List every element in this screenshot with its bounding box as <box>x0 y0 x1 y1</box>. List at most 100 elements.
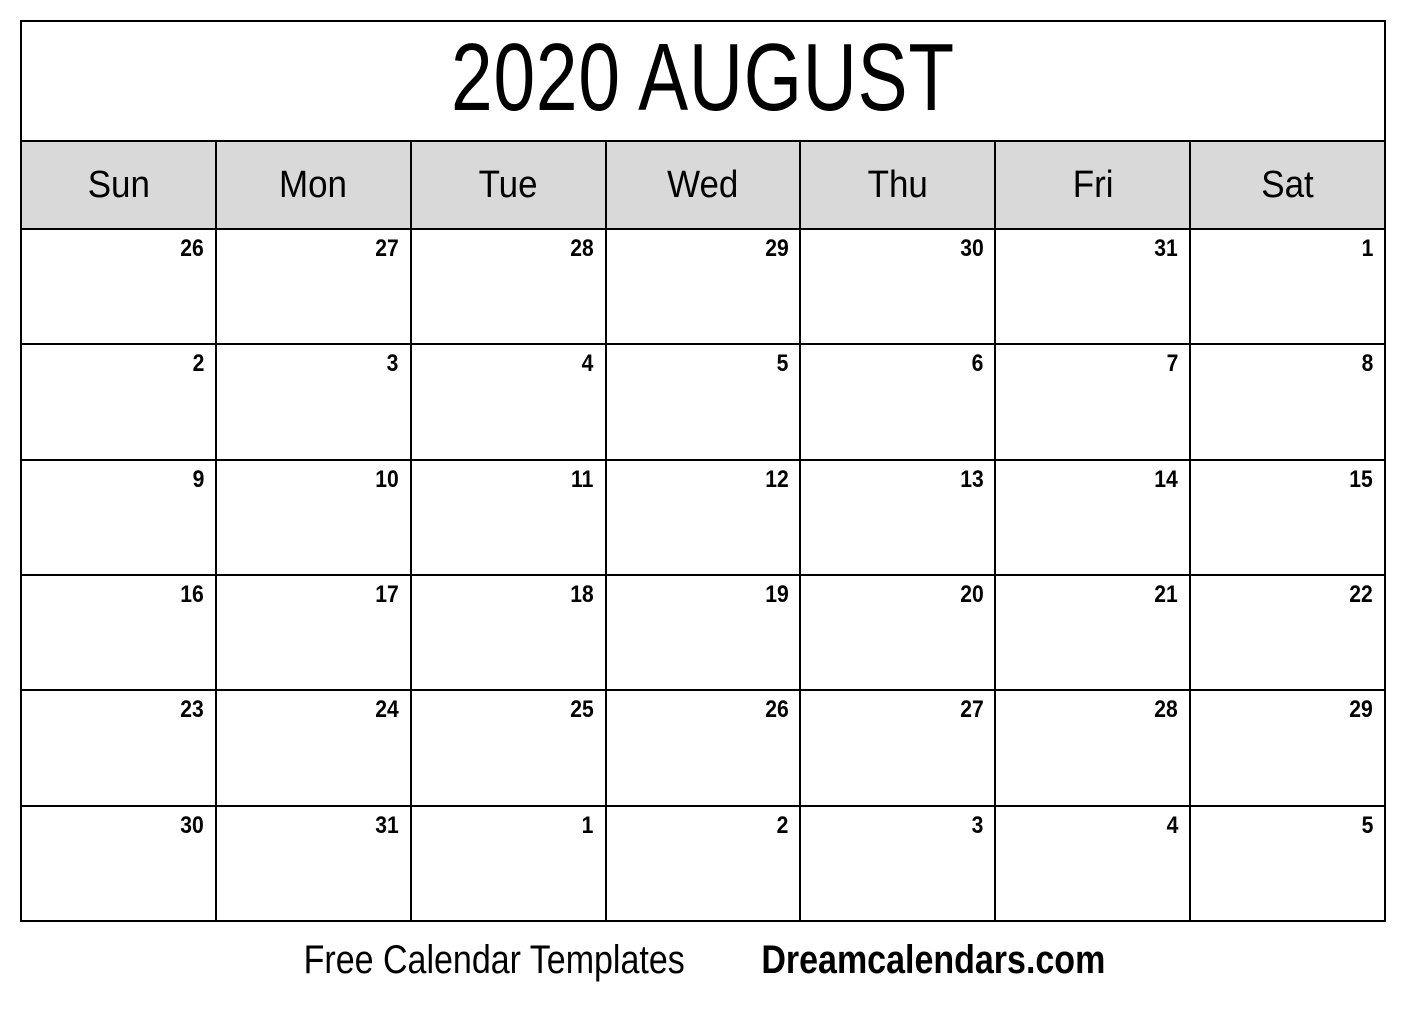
calendar-day-cell[interactable]: 6 <box>801 345 997 459</box>
weekday-header-sat: Sat <box>1191 142 1385 228</box>
page-title: 2020 AUGUST <box>451 24 955 131</box>
weekday-header-fri: Fri <box>996 142 1192 228</box>
calendar-day-cell[interactable]: 9 <box>22 460 217 574</box>
calendar-day-number: 2 <box>192 350 204 378</box>
weekday-header-label: Fri <box>1072 164 1114 206</box>
calendar-day-cell[interactable]: 25 <box>411 691 607 805</box>
calendar-day-number: 6 <box>971 350 984 378</box>
calendar-day-number: 18 <box>570 580 594 608</box>
calendar-day-cell[interactable]: 29 <box>1191 691 1385 805</box>
calendar-day-number: 28 <box>1154 696 1179 724</box>
calendar-day-cell[interactable]: 19 <box>606 575 802 690</box>
calendar-day-cell[interactable]: 10 <box>216 460 412 574</box>
calendar-day-cell[interactable]: 27 <box>801 691 997 805</box>
calendar-day-cell[interactable]: 5 <box>1191 806 1385 920</box>
calendar-day-cell[interactable]: 26 <box>22 230 217 344</box>
calendar-day-number: 21 <box>1154 580 1179 608</box>
calendar-week-row: 23 24 25 26 27 28 29 <box>22 691 1385 807</box>
calendar-day-number: 11 <box>571 465 594 493</box>
footer: Free Calendar Templates Dreamcalendars.c… <box>20 930 1386 990</box>
calendar-day-cell[interactable]: 18 <box>411 575 607 690</box>
calendar-day-number: 26 <box>764 696 789 724</box>
calendar-day-number: 5 <box>776 350 789 378</box>
weekday-header-label: Wed <box>667 164 739 206</box>
calendar-day-number: 4 <box>1166 811 1179 839</box>
calendar-day-cell[interactable]: 28 <box>411 230 607 344</box>
calendar-day-number: 5 <box>1361 811 1374 839</box>
calendar-day-cell[interactable]: 22 <box>1191 575 1385 690</box>
calendar-day-number: 24 <box>375 696 399 724</box>
weekday-header-wed: Wed <box>606 142 802 228</box>
weekday-header-label: Thu <box>867 164 928 206</box>
calendar-day-cell[interactable]: 26 <box>606 691 802 805</box>
calendar-day-cell[interactable]: 13 <box>801 460 997 574</box>
calendar-day-cell[interactable]: 17 <box>216 575 412 690</box>
calendar-week-row: 16 17 18 19 20 21 22 <box>22 575 1385 692</box>
calendar-day-cell[interactable]: 11 <box>411 460 607 574</box>
calendar-day-cell[interactable]: 31 <box>996 230 1192 344</box>
calendar-day-cell[interactable]: 23 <box>22 691 217 805</box>
calendar-day-cell[interactable]: 31 <box>216 806 412 920</box>
calendar-day-number: 9 <box>192 465 204 493</box>
calendar-week-row: 26 27 28 29 30 31 1 <box>22 230 1385 346</box>
calendar-day-number: 30 <box>959 235 984 262</box>
calendar-day-number: 1 <box>581 811 594 839</box>
calendar-day-number: 7 <box>1166 350 1179 378</box>
weekday-header-mon: Mon <box>216 142 412 228</box>
calendar-day-number: 30 <box>180 811 204 839</box>
calendar-day-number: 23 <box>180 696 204 724</box>
calendar-day-cell[interactable]: 8 <box>1191 345 1385 459</box>
calendar-day-number: 16 <box>180 580 204 608</box>
calendar-day-number: 2 <box>776 811 789 839</box>
footer-brand-link[interactable]: Dreamcalendars.com <box>761 940 1105 980</box>
calendar-day-number: 13 <box>959 465 984 493</box>
calendar-day-cell[interactable]: 7 <box>996 345 1192 459</box>
calendar-day-cell[interactable]: 29 <box>606 230 802 344</box>
calendar-day-cell[interactable]: 12 <box>606 460 802 574</box>
calendar-title-band: 2020 AUGUST <box>22 22 1384 142</box>
calendar-day-cell[interactable]: 20 <box>801 575 997 690</box>
footer-tagline: Free Calendar Templates <box>304 938 686 982</box>
calendar-day-number: 29 <box>764 235 789 262</box>
calendar-day-number: 26 <box>180 235 204 262</box>
calendar-day-cell[interactable]: 30 <box>801 230 997 344</box>
calendar-day-number: 29 <box>1349 696 1374 724</box>
weekday-header-tue: Tue <box>411 142 607 228</box>
calendar-day-cell[interactable]: 3 <box>801 806 997 920</box>
calendar-day-cell[interactable]: 2 <box>606 806 802 920</box>
calendar-day-cell[interactable]: 3 <box>216 345 412 459</box>
calendar-day-number: 27 <box>375 235 399 262</box>
calendar-week-row: 9 10 11 12 13 14 15 <box>22 460 1385 576</box>
calendar-weeks-grid: 26 27 28 29 30 31 1 2 3 4 5 6 7 8 9 10 11 12 13 14 15 16 17 18 1… <box>22 230 1385 920</box>
calendar-day-number: 20 <box>959 580 984 608</box>
calendar-day-cell[interactable]: 5 <box>606 345 802 459</box>
calendar-day-number: 31 <box>375 811 399 839</box>
calendar-day-number: 14 <box>1154 465 1179 493</box>
calendar-day-cell[interactable]: 24 <box>216 691 412 805</box>
calendar-day-cell[interactable]: 4 <box>996 806 1192 920</box>
weekday-header-thu: Thu <box>801 142 997 228</box>
calendar-day-number: 22 <box>1349 580 1374 608</box>
weekday-header-label: Mon <box>279 164 348 206</box>
calendar-day-number: 15 <box>1349 465 1374 493</box>
calendar-day-cell[interactable]: 1 <box>1191 230 1385 344</box>
calendar-day-number: 12 <box>764 465 789 493</box>
weekday-header-label: Sat <box>1261 164 1314 206</box>
calendar-day-cell[interactable]: 4 <box>411 345 607 459</box>
calendar-page: 2020 AUGUST Sun Mon Tue Wed Thu Fri Sat 26 27 28… <box>0 0 1406 1020</box>
calendar-day-cell[interactable]: 16 <box>22 575 217 690</box>
calendar-day-cell[interactable]: 2 <box>22 345 217 459</box>
weekday-header-sun: Sun <box>22 142 217 228</box>
calendar-day-cell[interactable]: 15 <box>1191 460 1385 574</box>
calendar-day-cell[interactable]: 30 <box>22 806 217 920</box>
calendar-day-cell[interactable]: 14 <box>996 460 1192 574</box>
calendar-day-cell[interactable]: 28 <box>996 691 1192 805</box>
calendar-day-number: 1 <box>1361 235 1374 262</box>
calendar-day-cell[interactable]: 1 <box>411 806 607 920</box>
calendar-day-number: 25 <box>570 696 594 724</box>
calendar-day-number: 17 <box>375 580 399 608</box>
weekday-header-label: Sun <box>87 164 150 206</box>
weekday-header-row: Sun Mon Tue Wed Thu Fri Sat <box>22 142 1385 230</box>
calendar-day-cell[interactable]: 27 <box>216 230 412 344</box>
calendar-day-cell[interactable]: 21 <box>996 575 1192 690</box>
